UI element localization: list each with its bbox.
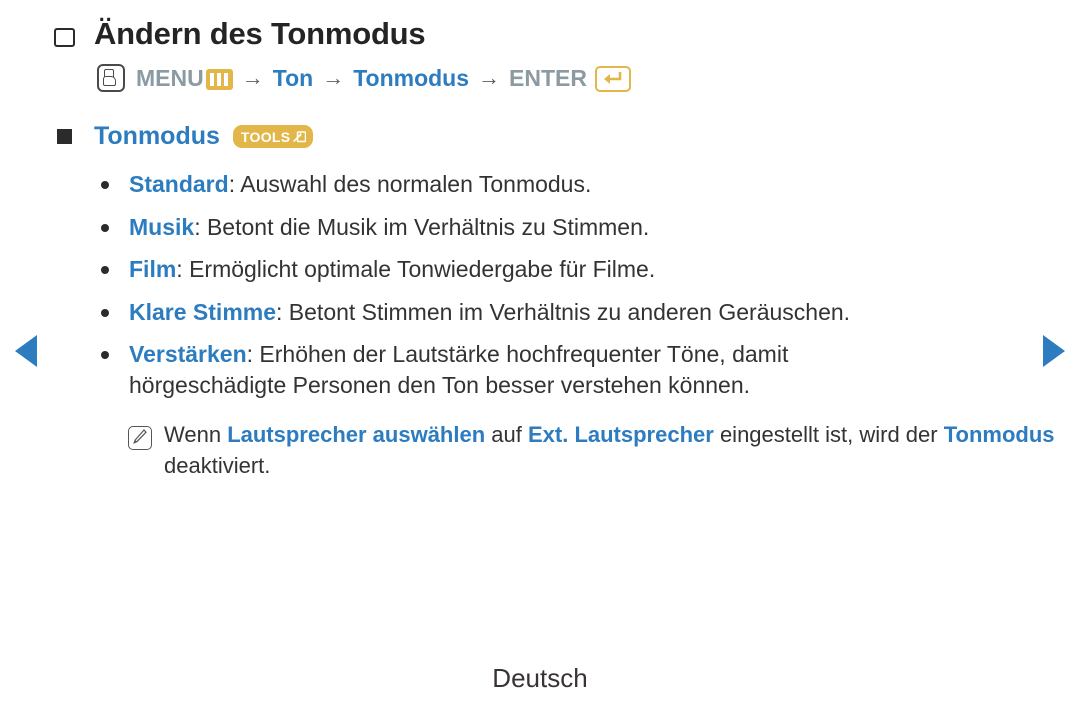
note-text: Wenn Lautsprecher auswählen auf Ext. Lau… [164, 420, 1064, 481]
path-arrow-3: → [478, 65, 501, 90]
note-part-1: Wenn [164, 422, 228, 448]
next-page-arrow-icon[interactable] [1043, 335, 1065, 367]
enter-return-icon [594, 66, 631, 92]
note-keyword-ext-speaker: Ext. Lautsprecher [527, 422, 714, 448]
option-keyword: Verstärken [129, 341, 247, 368]
page-title: Ändern des Tonmodus [94, 16, 426, 51]
option-description: Auswahl des normalen Tonmodus. [240, 171, 592, 197]
path-arrow-2: → [322, 65, 345, 90]
list-item-text: Standard: Auswahl des normalen Tonmodus. [129, 169, 591, 200]
list-item: Verstärken: Erhöhen der Lautstärke hochf… [101, 339, 1080, 400]
menu-path-step-ton[interactable]: Ton [273, 65, 313, 92]
note-part-2: auf [485, 422, 528, 448]
list-item-text: Film: Ermöglicht optimale Tonwiedergabe … [129, 254, 655, 285]
option-separator: : [176, 256, 190, 283]
bullet-dot-icon [101, 266, 109, 275]
list-item-text: Klare Stimme: Betont Stimmen im Verhältn… [129, 297, 850, 328]
note-part-4: deaktiviert. [164, 452, 271, 478]
option-separator: : [246, 341, 260, 368]
option-description: Betont Stimmen im Verhältnis zu anderen … [288, 298, 851, 325]
note-keyword-tonmodus: Tonmodus [943, 422, 1055, 448]
note-keyword-speaker-select: Lautsprecher auswählen [227, 422, 486, 448]
prev-page-arrow-icon[interactable] [15, 335, 37, 367]
option-keyword: Musik [129, 213, 195, 240]
enter-label: ENTER [509, 64, 587, 91]
option-separator: : [276, 298, 289, 325]
note-block: Wenn Lautsprecher auswählen auf Ext. Lau… [128, 420, 1080, 481]
footer-language: Deutsch [492, 663, 588, 693]
option-separator: : [228, 171, 241, 197]
section-square-bullet-icon [57, 129, 72, 144]
list-item: Film: Ermöglicht optimale Tonwiedergabe … [101, 254, 1080, 285]
menu-bars-icon [205, 68, 233, 90]
bullet-dot-icon [101, 223, 109, 232]
bullet-dot-icon [101, 351, 109, 360]
menu-path-step-tonmodus[interactable]: Tonmodus [353, 65, 469, 92]
sound-mode-options-list: Standard: Auswahl des normalen Tonmodus.… [0, 169, 1080, 400]
menu-label: MENU [136, 64, 204, 91]
list-item: Klare Stimme: Betont Stimmen im Verhältn… [101, 297, 1080, 328]
option-separator: : [194, 213, 207, 240]
option-keyword: Klare Stimme [129, 298, 277, 325]
manual-page: Ändern des Tonmodus MENU → Ton → Tonmodu… [0, 0, 1080, 705]
list-item-text: Musik: Betont die Musik im Verhältnis zu… [129, 212, 649, 243]
option-keyword: Standard [129, 171, 229, 197]
list-item: Standard: Auswahl des normalen Tonmodus. [101, 169, 1080, 200]
menu-path-breadcrumb: MENU → Ton → Tonmodus → ENTER [97, 64, 1080, 92]
list-item-text: Verstärken: Erhöhen der Lautstärke hochf… [129, 339, 869, 400]
option-keyword: Film [129, 256, 177, 283]
hand-press-icon [97, 64, 125, 92]
option-description: Betont die Musik im Verhältnis zu Stimme… [206, 213, 650, 240]
title-square-bullet-icon [54, 27, 75, 47]
path-arrow-1: → [241, 65, 264, 90]
tools-arrow-icon [293, 131, 307, 143]
section-title: Tonmodus [94, 122, 220, 150]
section-heading-row: Tonmodus TOOLS [57, 122, 1080, 151]
note-pen-icon [128, 426, 152, 451]
tools-badge-label: TOOLS [240, 128, 291, 145]
bullet-dot-icon [101, 181, 109, 189]
page-title-row: Ändern des Tonmodus [54, 16, 1080, 52]
bullet-dot-icon [101, 308, 109, 317]
tools-badge: TOOLS [232, 125, 314, 148]
list-item: Musik: Betont die Musik im Verhältnis zu… [101, 212, 1080, 243]
note-part-3: eingestellt ist, wird der [713, 422, 944, 448]
option-description: Ermöglicht optimale Tonwiedergabe für Fi… [189, 256, 656, 283]
